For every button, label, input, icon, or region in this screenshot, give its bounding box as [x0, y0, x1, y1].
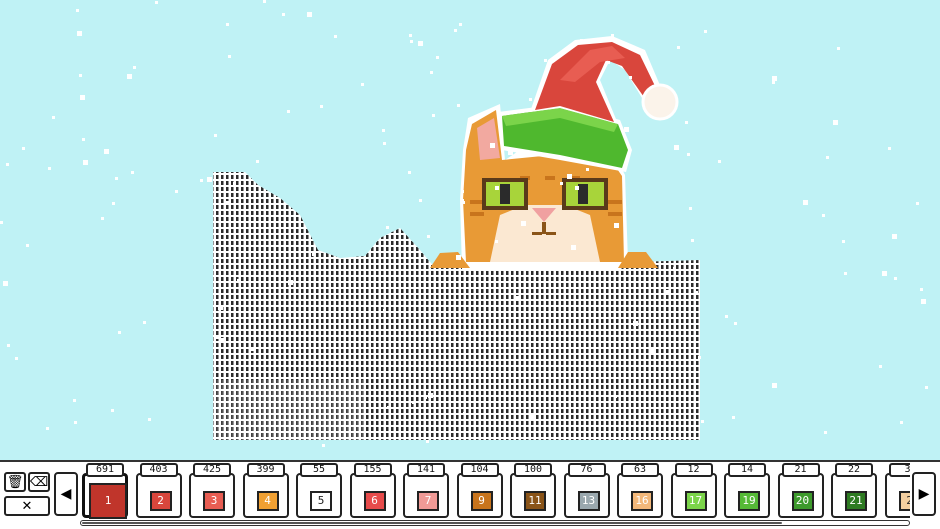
swatch-color-number[interactable]: 1 [89, 483, 127, 519]
swatch-color-number[interactable]: 2 [149, 491, 172, 511]
right-arrow-icon: ▶ [918, 486, 930, 502]
swatch-remaining-count: 104 [460, 463, 499, 477]
swatch-color-number[interactable]: 2 [898, 491, 910, 511]
swatch-remaining-count: 14 [728, 463, 766, 477]
swatch-remaining-count: 691 [86, 463, 124, 477]
swatch-remaining-count: 403 [139, 463, 178, 477]
palette-swatch[interactable]: 7 141 [403, 463, 449, 518]
palette-swatch[interactable]: 20 21 [777, 463, 824, 518]
swatch-card[interactable]: 9 [456, 473, 503, 518]
swatch-color-number[interactable]: 19 [738, 491, 760, 511]
swatch-color-number[interactable]: 13 [577, 491, 600, 511]
swatch-card[interactable]: 2 [135, 473, 182, 518]
swatch-card[interactable]: 5 [296, 473, 342, 518]
swatch-card[interactable]: 3 [189, 473, 235, 518]
swatch-color-number[interactable]: 20 [791, 491, 814, 511]
swatch-card[interactable]: 21 [831, 473, 877, 518]
palette-swatch[interactable]: 2 403 [135, 463, 182, 518]
palette-swatch[interactable]: 17 12 [670, 463, 717, 518]
swatch-color-number[interactable]: 9 [470, 491, 493, 511]
palette-swatch[interactable]: 6 155 [349, 463, 396, 518]
swatch-remaining-count: 155 [353, 463, 392, 477]
swatch-remaining-count: 425 [193, 463, 231, 477]
swatch-color-number[interactable]: 3 [203, 491, 225, 511]
palette-list: 1 691 2 403 3 425 4 399 5 55 6 155 7 141 9 104 11 100 13 76… [0, 0, 910, 529]
swatch-card[interactable]: 11 [510, 473, 556, 518]
palette-swatch[interactable]: 16 63 [617, 463, 663, 518]
swatch-color-number[interactable]: 11 [524, 491, 546, 511]
swatch-color-number[interactable]: 6 [363, 491, 386, 511]
palette-swatch[interactable]: 1 691 [82, 463, 128, 519]
swatch-remaining-count: 21 [781, 463, 820, 477]
swatch-remaining-count: 100 [514, 463, 552, 477]
swatch-card[interactable]: 16 [617, 473, 663, 518]
swatch-remaining-count: 55 [300, 463, 338, 477]
palette-scrollbar[interactable] [80, 520, 910, 526]
palette-swatch[interactable]: 21 22 [831, 463, 877, 518]
swatch-card[interactable]: 13 [563, 473, 610, 518]
swatch-remaining-count: 141 [407, 463, 445, 477]
palette-next-button[interactable]: ▶ [912, 472, 936, 516]
swatch-color-number[interactable]: 21 [845, 491, 867, 511]
palette-swatch[interactable]: 5 55 [296, 463, 342, 518]
swatch-remaining-count: 12 [674, 463, 713, 477]
swatch-card[interactable]: 7 [403, 473, 449, 518]
palette-swatch[interactable]: 3 425 [189, 463, 235, 518]
palette-swatch[interactable]: 19 14 [724, 463, 770, 518]
swatch-card[interactable]: 1 [82, 473, 128, 519]
swatch-remaining-count: 63 [621, 463, 659, 477]
palette-scroll-thumb[interactable] [82, 522, 782, 524]
swatch-remaining-count: 399 [246, 463, 285, 477]
swatch-remaining-count: 3 [888, 463, 910, 477]
swatch-remaining-count: 22 [835, 463, 873, 477]
palette-swatch[interactable]: 9 104 [456, 463, 503, 518]
swatch-color-number[interactable]: 16 [631, 491, 653, 511]
palette-swatch[interactable]: 11 100 [510, 463, 556, 518]
swatch-remaining-count: 76 [567, 463, 606, 477]
palette-swatch[interactable]: 13 76 [563, 463, 610, 518]
swatch-color-number[interactable]: 4 [256, 491, 279, 511]
swatch-color-number[interactable]: 5 [310, 491, 332, 511]
palette-swatch[interactable]: 4 399 [242, 463, 289, 518]
palette-swatch[interactable]: 23 [884, 463, 910, 518]
swatch-card[interactable]: 6 [349, 473, 396, 518]
swatch-color-number[interactable]: 7 [417, 491, 439, 511]
swatch-card[interactable]: 2 [884, 473, 910, 518]
swatch-card[interactable]: 20 [777, 473, 824, 518]
swatch-card[interactable]: 4 [242, 473, 289, 518]
swatch-color-number[interactable]: 17 [684, 491, 707, 511]
swatch-card[interactable]: 17 [670, 473, 717, 518]
swatch-card[interactable]: 19 [724, 473, 770, 518]
